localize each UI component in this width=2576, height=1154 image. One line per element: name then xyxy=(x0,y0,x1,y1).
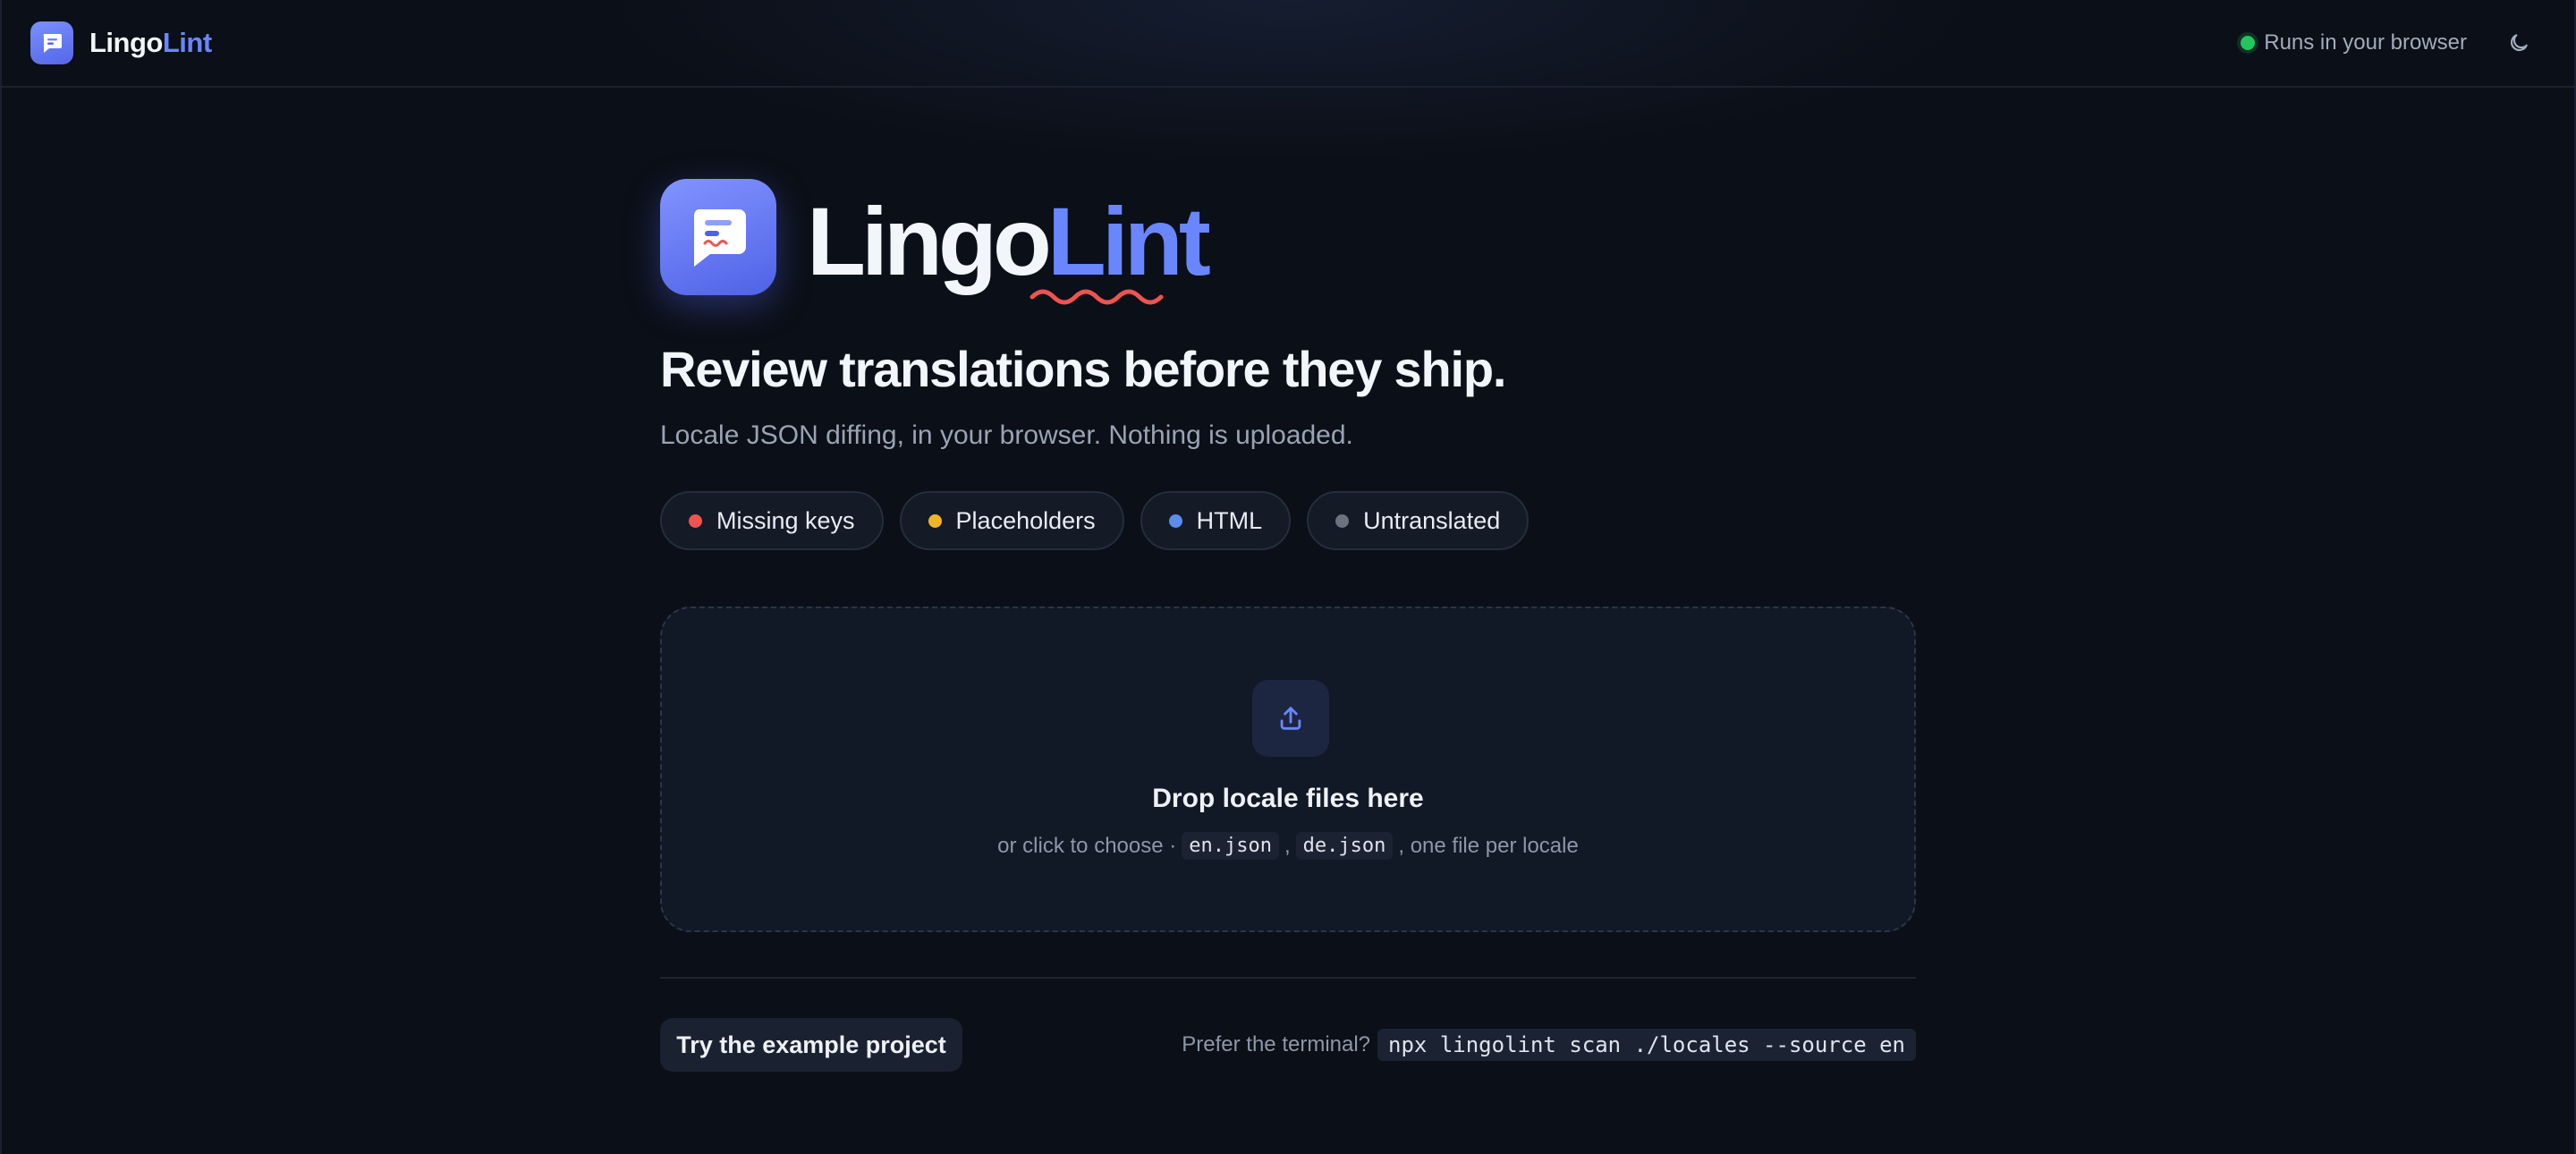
moon-icon xyxy=(2510,34,2528,52)
brand-home-link[interactable]: LingoLint xyxy=(30,21,212,64)
chip-dot xyxy=(928,513,942,528)
terminal-label: Prefer the terminal? xyxy=(1182,1032,1371,1056)
chip-label: Missing keys xyxy=(716,506,855,534)
chip-placeholders: Placeholders xyxy=(899,491,1124,550)
hint-separator: , xyxy=(1284,833,1291,858)
status-text: Runs in your browser xyxy=(2264,30,2467,55)
chip-dot xyxy=(1168,513,1182,528)
status-dot xyxy=(2241,36,2256,50)
page-subline: Locale JSON diffing, in your browser. No… xyxy=(660,420,1353,450)
hero-brand-accent: Lint xyxy=(1046,187,1211,295)
terminal-hint: Prefer the terminal? npx lingolint scan … xyxy=(1182,1029,1916,1061)
chip-label: HTML xyxy=(1196,506,1263,534)
hint-prefix: or click to choose · xyxy=(997,833,1177,858)
hero-brand-prefix: Lingo xyxy=(807,187,1052,295)
upload-button[interactable] xyxy=(1252,680,1329,757)
terminal-command[interactable]: npx lingolint scan ./locales --source en xyxy=(1377,1029,1916,1061)
example-file-en: en.json xyxy=(1182,832,1279,860)
drop-hint: or click to choose · en.json , de.json ,… xyxy=(662,832,1914,860)
divider xyxy=(660,977,1916,979)
try-example-button[interactable]: Try the example project xyxy=(660,1018,962,1072)
chip-untranslated: Untranslated xyxy=(1307,491,1530,550)
chat-bubble-icon xyxy=(30,21,73,64)
spellcheck-squiggle xyxy=(1030,289,1164,305)
brand-accent: Lint xyxy=(162,27,212,58)
example-file-de: de.json xyxy=(1295,832,1394,860)
theme-toggle-button[interactable] xyxy=(2501,25,2537,61)
chip-dot xyxy=(1335,513,1350,528)
chat-bubble-icon xyxy=(693,209,746,267)
file-drop-zone[interactable]: Drop locale files here or click to choos… xyxy=(660,607,1916,932)
check-types: Missing keys Placeholders HTML Untransla… xyxy=(660,491,1530,550)
top-bar: LingoLint Runs in your browser xyxy=(0,0,2576,88)
drop-title: Drop locale files here xyxy=(1152,784,1424,813)
chip-dot xyxy=(689,513,702,528)
upload-icon xyxy=(1280,707,1301,730)
hero-logo xyxy=(660,179,776,295)
brand-prefix: Lingo xyxy=(89,27,163,58)
hero-wordmark: LingoLint xyxy=(807,183,1211,300)
chip-label: Placeholders xyxy=(955,506,1096,534)
chip-html: HTML xyxy=(1140,491,1292,550)
chip-missing-keys: Missing keys xyxy=(660,491,884,550)
chip-label: Untranslated xyxy=(1363,506,1501,534)
page-headline: Review translations before they ship. xyxy=(660,341,1506,397)
hint-suffix: , one file per locale xyxy=(1398,833,1579,858)
brand-wordmark: LingoLint xyxy=(89,27,212,59)
runtime-status: Runs in your browser xyxy=(2241,27,2467,59)
